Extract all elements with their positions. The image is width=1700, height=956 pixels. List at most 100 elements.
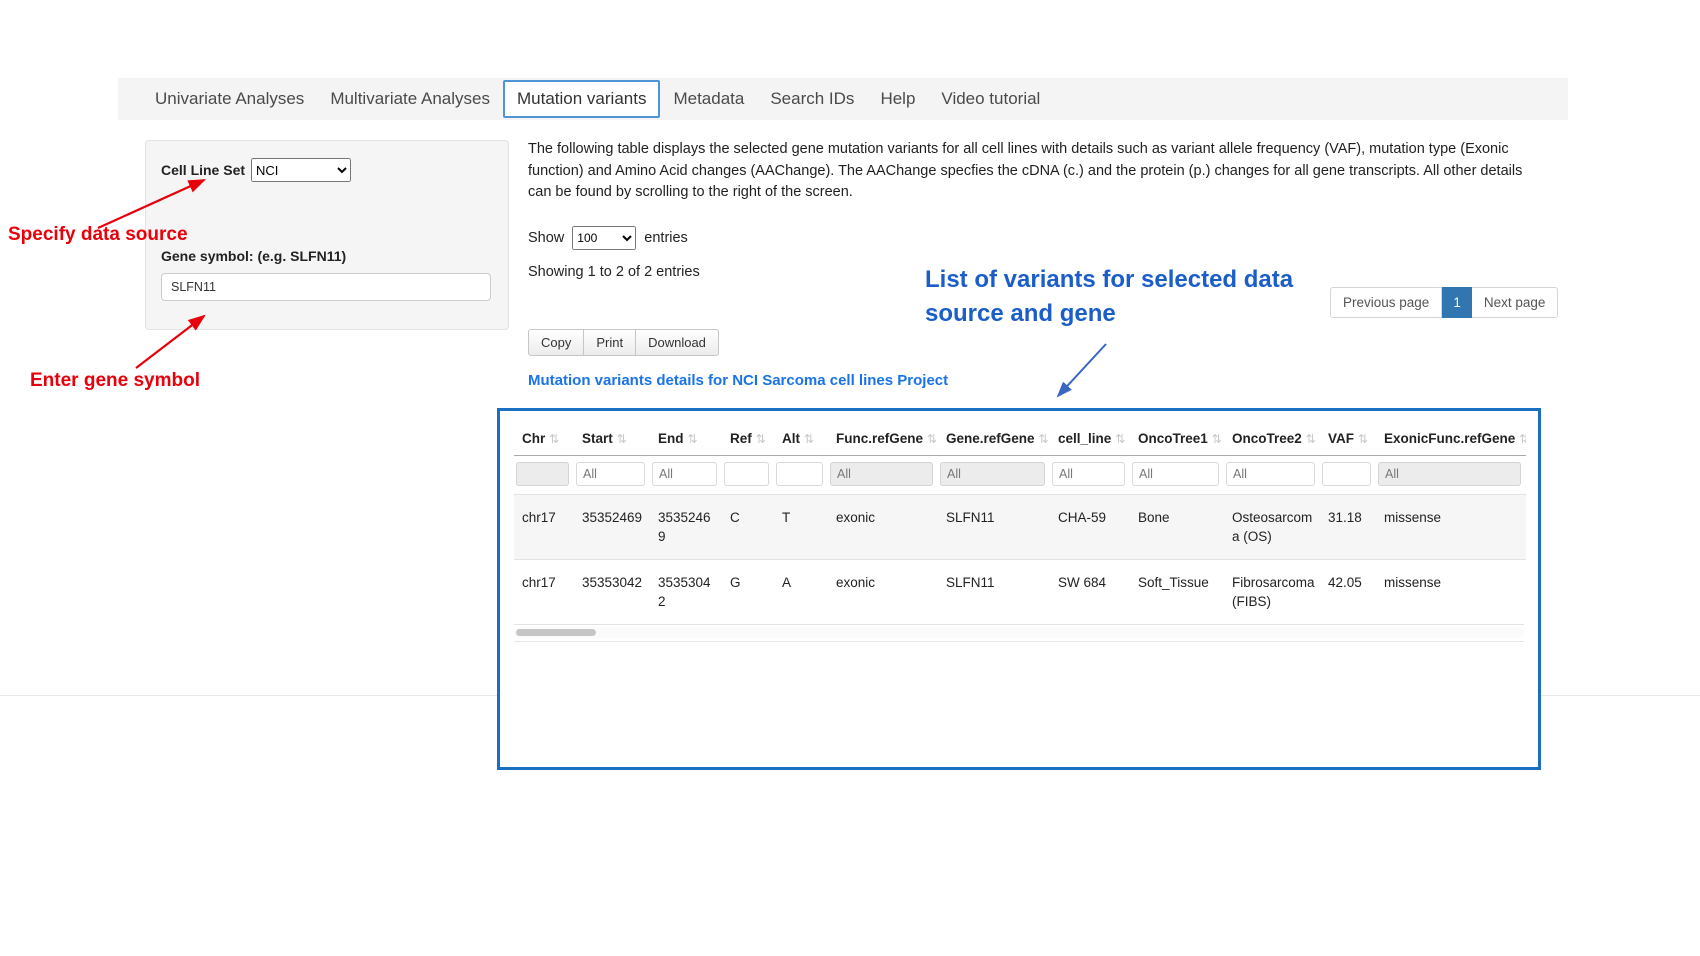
sort-icon: ⇅ [1212,432,1222,446]
column-header-vaf[interactable]: VAF⇅ [1320,417,1376,456]
column-header-oncotree2[interactable]: OncoTree2 ⇅ [1224,417,1320,456]
table-filter-row [514,456,1526,495]
table-cell: Bone [1130,495,1224,560]
filter-oncotree1[interactable] [1132,462,1219,486]
annotation-variants-note-line2: source and gene [925,297,1293,331]
tab-univariate-analyses[interactable]: Univariate Analyses [142,81,317,117]
table-cell: 35353042 [574,560,650,625]
table-row[interactable]: chr17 35352469 35352469 C T exonic SLFN1… [514,495,1526,560]
table-cell: Osteosarcoma (OS) [1224,495,1320,560]
column-header-func-refgene[interactable]: Func.refGene ⇅ [828,417,938,456]
annotation-enter-gene-symbol: Enter gene symbol [30,370,200,392]
page: Univariate Analyses Multivariate Analyse… [0,0,1700,956]
tab-metadata[interactable]: Metadata [660,81,757,117]
table-row[interactable]: chr17 35353042 35353042 G A exonic SLFN1… [514,560,1526,625]
pagination: Previous page 1 Next page [1330,287,1558,318]
filter-vaf[interactable] [1322,462,1371,486]
table-cell: chr17 [514,495,574,560]
filter-start[interactable] [576,462,645,486]
tab-mutation-variants[interactable]: Mutation variants [503,80,660,118]
table-cell: 31.18 [1320,495,1376,560]
cell-line-set-select[interactable]: NCI [251,158,351,182]
table-cell: A [774,560,828,625]
sort-icon: ⇅ [804,432,814,446]
column-label: Ref [730,431,752,446]
table-cell: 35353042 [650,560,722,625]
filter-func-refgene[interactable] [830,462,933,486]
table-cell: 35352469 [650,495,722,560]
table-description: The following table displays the selecte… [528,139,1524,204]
column-label: VAF [1328,431,1354,446]
gene-symbol-label: Gene symbol: (e.g. SLFN11) [161,248,493,264]
tab-help[interactable]: Help [867,81,928,117]
table-cell: SLFN11 [938,560,1050,625]
table-header-row: Chr ⇅ Start ⇅ End ⇅ Ref ⇅ Alt ⇅ Func.refGene ⇅… [514,417,1526,456]
filter-alt[interactable] [776,462,823,486]
sort-icon: ⇅ [927,432,937,446]
sort-icon: ⇅ [688,432,698,446]
filter-end[interactable] [652,462,717,486]
top-navbar: Univariate Analyses Multivariate Analyse… [118,78,1568,120]
copy-button[interactable]: Copy [528,329,584,356]
tab-search-ids[interactable]: Search IDs [757,81,867,117]
table-title-link[interactable]: Mutation variants details for NCI Sarcom… [528,372,948,389]
column-header-exonicfunc-refgene[interactable]: ExonicFunc.refGene⇅ [1376,417,1526,456]
print-button[interactable]: Print [583,329,636,356]
filter-exonicfunc-refgene[interactable] [1378,462,1521,486]
show-entries-control: Show 100 entries [528,226,688,250]
sort-icon: ⇅ [1115,432,1125,446]
column-label: OncoTree2 [1232,431,1302,446]
table-cell: CHA-59 [1050,495,1130,560]
sort-icon: ⇅ [756,432,766,446]
current-page-button[interactable]: 1 [1442,287,1472,318]
table-cell: chr17 [514,560,574,625]
table-cell: exonic [828,495,938,560]
filter-cell-line[interactable] [1052,462,1125,486]
table-cell: G [722,560,774,625]
annotation-variants-note: List of variants for selected data sourc… [925,263,1293,331]
variants-table-box: Chr ⇅ Start ⇅ End ⇅ Ref ⇅ Alt ⇅ Func.refGene ⇅… [497,408,1541,770]
sort-icon: ⇅ [1306,432,1316,446]
scrollbar-track[interactable] [514,627,1524,638]
column-header-chr[interactable]: Chr ⇅ [514,417,574,456]
column-label: Chr [522,431,545,446]
table-cell: missense [1376,495,1526,560]
column-header-ref[interactable]: Ref ⇅ [722,417,774,456]
column-header-end[interactable]: End ⇅ [650,417,722,456]
filter-oncotree2[interactable] [1226,462,1315,486]
sort-icon: ⇅ [617,432,627,446]
column-label: Func.refGene [836,431,923,446]
next-page-button[interactable]: Next page [1472,287,1559,318]
sort-icon: ⇅ [1519,432,1526,446]
sort-icon: ⇅ [549,432,559,446]
column-header-start[interactable]: Start ⇅ [574,417,650,456]
column-header-alt[interactable]: Alt ⇅ [774,417,828,456]
sidebar-panel: Cell Line Set NCI Gene symbol: (e.g. SLF… [145,140,509,330]
column-header-gene-refgene[interactable]: Gene.refGene⇅ [938,417,1050,456]
column-label: Start [582,431,613,446]
table-cell: Fibrosarcoma (FIBS) [1224,560,1320,625]
cell-line-set-label: Cell Line Set [161,162,245,178]
horizontal-scrollbar [514,624,1524,642]
filter-ref[interactable] [724,462,769,486]
showing-entries-status: Showing 1 to 2 of 2 entries [528,264,700,280]
previous-page-button[interactable]: Previous page [1330,287,1442,318]
show-label: Show [528,230,564,246]
column-label: cell_line [1058,431,1111,446]
scrollbar-thumb[interactable] [516,629,596,636]
tab-multivariate-analyses[interactable]: Multivariate Analyses [317,81,503,117]
table-cell: exonic [828,560,938,625]
filter-chr[interactable] [516,462,569,486]
column-label: End [658,431,684,446]
column-header-oncotree1[interactable]: OncoTree1⇅ [1130,417,1224,456]
table-cell: SW 684 [1050,560,1130,625]
gene-symbol-input[interactable] [161,273,491,301]
entries-per-page-select[interactable]: 100 [572,226,636,250]
column-label: Alt [782,431,800,446]
export-button-group: Copy Print Download [528,329,719,356]
filter-gene-refgene[interactable] [940,462,1045,486]
download-button[interactable]: Download [635,329,719,356]
tab-video-tutorial[interactable]: Video tutorial [928,81,1053,117]
annotation-specify-data-source: Specify data source [8,224,188,246]
column-header-cell-line[interactable]: cell_line ⇅ [1050,417,1130,456]
